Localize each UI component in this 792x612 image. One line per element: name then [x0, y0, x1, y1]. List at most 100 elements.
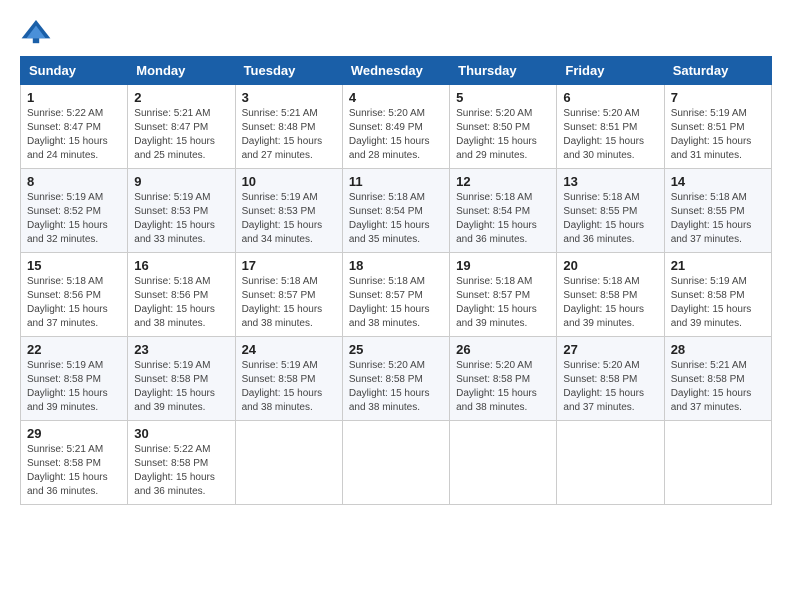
day-number: 21: [671, 258, 765, 273]
calendar-cell: 12 Sunrise: 5:18 AM Sunset: 8:54 PM Dayli…: [450, 169, 557, 253]
day-number: 3: [242, 90, 336, 105]
calendar-cell: 11 Sunrise: 5:18 AM Sunset: 8:54 PM Dayli…: [342, 169, 449, 253]
calendar-header-friday: Friday: [557, 57, 664, 85]
calendar-cell: 6 Sunrise: 5:20 AM Sunset: 8:51 PM Daylig…: [557, 85, 664, 169]
day-number: 19: [456, 258, 550, 273]
day-info: Sunrise: 5:20 AM Sunset: 8:58 PM Dayligh…: [456, 359, 550, 415]
day-info: Sunrise: 5:20 AM Sunset: 8:58 PM Dayligh…: [349, 359, 443, 415]
day-info: Sunrise: 5:19 AM Sunset: 8:53 PM Dayligh…: [242, 191, 336, 247]
calendar-cell: 20 Sunrise: 5:18 AM Sunset: 8:58 PM Dayli…: [557, 253, 664, 337]
day-info: Sunrise: 5:21 AM Sunset: 8:48 PM Dayligh…: [242, 107, 336, 163]
calendar-week-5: 29 Sunrise: 5:21 AM Sunset: 8:58 PM Dayli…: [21, 421, 772, 505]
day-number: 5: [456, 90, 550, 105]
day-number: 17: [242, 258, 336, 273]
day-number: 20: [563, 258, 657, 273]
calendar-header-row: SundayMondayTuesdayWednesdayThursdayFrid…: [21, 57, 772, 85]
day-info: Sunrise: 5:20 AM Sunset: 8:58 PM Dayligh…: [563, 359, 657, 415]
calendar-cell: 21 Sunrise: 5:19 AM Sunset: 8:58 PM Dayli…: [664, 253, 771, 337]
calendar-cell: 14 Sunrise: 5:18 AM Sunset: 8:55 PM Dayli…: [664, 169, 771, 253]
day-info: Sunrise: 5:20 AM Sunset: 8:49 PM Dayligh…: [349, 107, 443, 163]
calendar-cell: 5 Sunrise: 5:20 AM Sunset: 8:50 PM Daylig…: [450, 85, 557, 169]
calendar-header-saturday: Saturday: [664, 57, 771, 85]
header: [20, 16, 772, 48]
calendar-cell: 19 Sunrise: 5:18 AM Sunset: 8:57 PM Dayli…: [450, 253, 557, 337]
calendar-week-4: 22 Sunrise: 5:19 AM Sunset: 8:58 PM Dayli…: [21, 337, 772, 421]
day-info: Sunrise: 5:19 AM Sunset: 8:58 PM Dayligh…: [27, 359, 121, 415]
day-info: Sunrise: 5:18 AM Sunset: 8:56 PM Dayligh…: [134, 275, 228, 331]
day-number: 4: [349, 90, 443, 105]
day-number: 2: [134, 90, 228, 105]
calendar-header-tuesday: Tuesday: [235, 57, 342, 85]
calendar-cell: 24 Sunrise: 5:19 AM Sunset: 8:58 PM Dayli…: [235, 337, 342, 421]
calendar-cell: 16 Sunrise: 5:18 AM Sunset: 8:56 PM Dayli…: [128, 253, 235, 337]
day-info: Sunrise: 5:18 AM Sunset: 8:57 PM Dayligh…: [242, 275, 336, 331]
logo-icon: [20, 16, 52, 48]
day-info: Sunrise: 5:19 AM Sunset: 8:51 PM Dayligh…: [671, 107, 765, 163]
calendar-cell: 30 Sunrise: 5:22 AM Sunset: 8:58 PM Dayli…: [128, 421, 235, 505]
day-info: Sunrise: 5:22 AM Sunset: 8:47 PM Dayligh…: [27, 107, 121, 163]
calendar-cell: 13 Sunrise: 5:18 AM Sunset: 8:55 PM Dayli…: [557, 169, 664, 253]
day-number: 30: [134, 426, 228, 441]
day-info: Sunrise: 5:21 AM Sunset: 8:58 PM Dayligh…: [671, 359, 765, 415]
day-number: 16: [134, 258, 228, 273]
day-number: 9: [134, 174, 228, 189]
calendar-header-sunday: Sunday: [21, 57, 128, 85]
day-info: Sunrise: 5:18 AM Sunset: 8:58 PM Dayligh…: [563, 275, 657, 331]
day-info: Sunrise: 5:19 AM Sunset: 8:58 PM Dayligh…: [134, 359, 228, 415]
calendar-cell: 2 Sunrise: 5:21 AM Sunset: 8:47 PM Daylig…: [128, 85, 235, 169]
calendar-week-2: 8 Sunrise: 5:19 AM Sunset: 8:52 PM Daylig…: [21, 169, 772, 253]
day-number: 10: [242, 174, 336, 189]
calendar-header-monday: Monday: [128, 57, 235, 85]
calendar-cell: 4 Sunrise: 5:20 AM Sunset: 8:49 PM Daylig…: [342, 85, 449, 169]
calendar-cell: 26Sunrise: 5:20 AM Sunset: 8:58 PM Dayli…: [450, 337, 557, 421]
logo: [20, 16, 56, 48]
day-number: 22: [27, 342, 121, 357]
day-info: Sunrise: 5:19 AM Sunset: 8:58 PM Dayligh…: [242, 359, 336, 415]
calendar-week-1: 1 Sunrise: 5:22 AM Sunset: 8:47 PM Daylig…: [21, 85, 772, 169]
day-info: Sunrise: 5:20 AM Sunset: 8:51 PM Dayligh…: [563, 107, 657, 163]
calendar-cell: 27Sunrise: 5:20 AM Sunset: 8:58 PM Dayli…: [557, 337, 664, 421]
calendar-cell: 18Sunrise: 5:18 AM Sunset: 8:57 PM Dayli…: [342, 253, 449, 337]
day-number: 29: [27, 426, 121, 441]
calendar-cell: 23Sunrise: 5:19 AM Sunset: 8:58 PM Dayli…: [128, 337, 235, 421]
day-number: 8: [27, 174, 121, 189]
day-info: Sunrise: 5:18 AM Sunset: 8:56 PM Dayligh…: [27, 275, 121, 331]
day-number: 12: [456, 174, 550, 189]
day-info: Sunrise: 5:20 AM Sunset: 8:50 PM Dayligh…: [456, 107, 550, 163]
day-number: 18: [349, 258, 443, 273]
calendar-cell: 3 Sunrise: 5:21 AM Sunset: 8:48 PM Daylig…: [235, 85, 342, 169]
day-info: Sunrise: 5:18 AM Sunset: 8:54 PM Dayligh…: [456, 191, 550, 247]
day-number: 1: [27, 90, 121, 105]
calendar-header-wednesday: Wednesday: [342, 57, 449, 85]
day-number: 6: [563, 90, 657, 105]
day-info: Sunrise: 5:18 AM Sunset: 8:55 PM Dayligh…: [671, 191, 765, 247]
calendar-cell: 17 Sunrise: 5:18 AM Sunset: 8:57 PM Dayli…: [235, 253, 342, 337]
day-number: 7: [671, 90, 765, 105]
day-info: Sunrise: 5:22 AM Sunset: 8:58 PM Dayligh…: [134, 443, 228, 499]
calendar-cell: 9Sunrise: 5:19 AM Sunset: 8:53 PM Daylig…: [128, 169, 235, 253]
calendar-cell: [235, 421, 342, 505]
main-container: SundayMondayTuesdayWednesdayThursdayFrid…: [0, 0, 792, 521]
day-info: Sunrise: 5:21 AM Sunset: 8:47 PM Dayligh…: [134, 107, 228, 163]
day-number: 24: [242, 342, 336, 357]
day-info: Sunrise: 5:18 AM Sunset: 8:54 PM Dayligh…: [349, 191, 443, 247]
calendar-header-thursday: Thursday: [450, 57, 557, 85]
day-info: Sunrise: 5:19 AM Sunset: 8:58 PM Dayligh…: [671, 275, 765, 331]
day-number: 15: [27, 258, 121, 273]
calendar-cell: [664, 421, 771, 505]
calendar-cell: 7 Sunrise: 5:19 AM Sunset: 8:51 PM Daylig…: [664, 85, 771, 169]
day-number: 13: [563, 174, 657, 189]
day-info: Sunrise: 5:21 AM Sunset: 8:58 PM Dayligh…: [27, 443, 121, 499]
calendar-cell: 1 Sunrise: 5:22 AM Sunset: 8:47 PM Daylig…: [21, 85, 128, 169]
calendar-cell: 8 Sunrise: 5:19 AM Sunset: 8:52 PM Daylig…: [21, 169, 128, 253]
day-info: Sunrise: 5:18 AM Sunset: 8:55 PM Dayligh…: [563, 191, 657, 247]
calendar-cell: 29 Sunrise: 5:21 AM Sunset: 8:58 PM Dayli…: [21, 421, 128, 505]
day-number: 11: [349, 174, 443, 189]
calendar-week-3: 15 Sunrise: 5:18 AM Sunset: 8:56 PM Dayli…: [21, 253, 772, 337]
day-number: 14: [671, 174, 765, 189]
day-number: 25: [349, 342, 443, 357]
calendar-cell: [557, 421, 664, 505]
calendar-cell: 25 Sunrise: 5:20 AM Sunset: 8:58 PM Dayli…: [342, 337, 449, 421]
day-info: Sunrise: 5:19 AM Sunset: 8:52 PM Dayligh…: [27, 191, 121, 247]
day-info: Sunrise: 5:18 AM Sunset: 8:57 PM Dayligh…: [456, 275, 550, 331]
